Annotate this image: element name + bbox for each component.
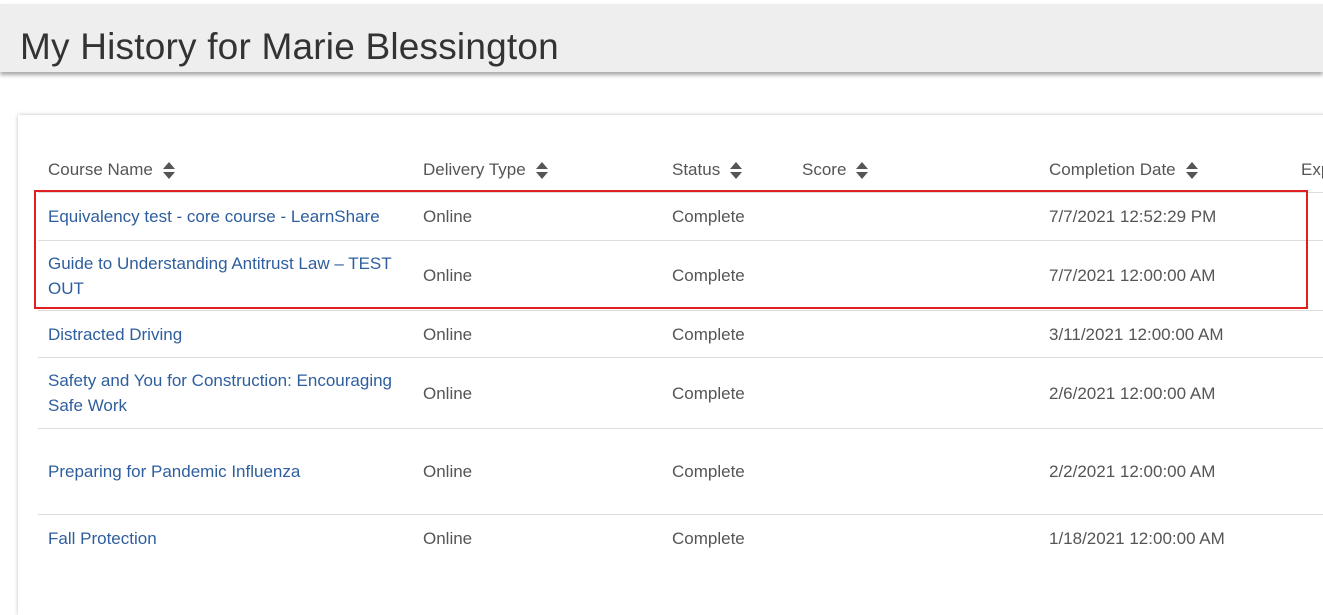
status-cell: Complete (672, 529, 745, 548)
completion-date-cell: 1/18/2021 12:00:00 AM (1049, 529, 1225, 548)
column-header-delivery-type[interactable]: Delivery Type (423, 150, 550, 190)
delivery-type-cell: Online (423, 325, 473, 344)
column-header-status[interactable]: Status (672, 150, 744, 190)
column-label: Score (802, 160, 847, 179)
row-divider (38, 428, 1323, 429)
course-name-link[interactable]: Fall Protection (48, 526, 408, 551)
page-header: My History for Marie Blessington (0, 4, 1323, 72)
delivery-type-cell: Online (423, 529, 473, 548)
sort-icon[interactable] (161, 160, 177, 180)
highlight-annotation-box (34, 190, 1308, 309)
column-header-course-name[interactable]: Course Name (48, 150, 177, 190)
completion-date-cell: 2/6/2021 12:00:00 AM (1049, 384, 1216, 403)
column-label: Completion Date (1049, 160, 1176, 179)
delivery-type-cell: Online (423, 462, 473, 481)
row-divider (38, 514, 1323, 515)
column-label: Delivery Type (423, 160, 526, 179)
course-name-link[interactable]: Preparing for Pandemic Influenza (48, 459, 408, 484)
completion-date-cell: 2/2/2021 12:00:00 AM (1049, 462, 1216, 481)
column-header-completion-date[interactable]: Completion Date (1049, 150, 1200, 190)
sort-icon[interactable] (534, 160, 550, 180)
sort-icon[interactable] (854, 160, 870, 180)
status-cell: Complete (672, 384, 745, 403)
column-header-score[interactable]: Score (802, 150, 870, 190)
course-name-link[interactable]: Distracted Driving (48, 322, 408, 347)
column-header-exp[interactable]: Exp (1301, 150, 1323, 190)
column-label: Course Name (48, 160, 153, 179)
delivery-type-cell: Online (423, 384, 473, 403)
sort-icon[interactable] (728, 160, 744, 180)
status-cell: Complete (672, 325, 745, 344)
course-name-link[interactable]: Safety and You for Construction: Encoura… (48, 368, 408, 418)
completion-date-cell: 3/11/2021 12:00:00 AM (1049, 325, 1224, 344)
row-divider (38, 310, 1323, 311)
row-divider (38, 357, 1323, 358)
sort-icon[interactable] (1184, 160, 1200, 180)
column-label: Exp (1301, 160, 1323, 179)
status-cell: Complete (672, 462, 745, 481)
column-label: Status (672, 160, 721, 179)
page-title: My History for Marie Blessington (20, 26, 559, 67)
